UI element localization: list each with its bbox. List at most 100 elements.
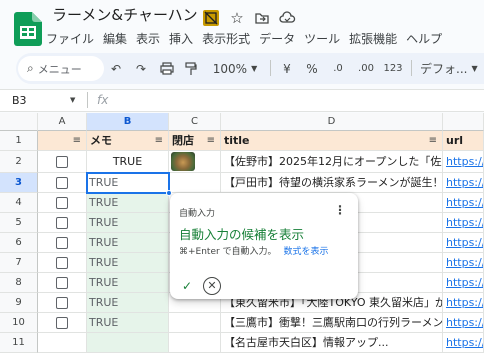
row-header[interactable]: 9: [0, 293, 38, 313]
url-cell[interactable]: https://t: [443, 173, 484, 193]
checkbox-cell[interactable]: [38, 151, 87, 173]
url-cell[interactable]: https://n: [443, 253, 484, 273]
row-header[interactable]: 7: [0, 253, 38, 273]
closed-cell[interactable]: [169, 333, 221, 353]
memo-cell[interactable]: TRUE: [87, 273, 169, 293]
filter-icon[interactable]: ≡: [429, 131, 437, 150]
header-cell-memo[interactable]: メモ ≡: [87, 131, 169, 151]
document-title[interactable]: ラーメン&チャーハン: [52, 4, 198, 25]
checkbox-cell[interactable]: [38, 313, 87, 333]
menu-search[interactable]: ⌕ メニュー: [18, 56, 104, 81]
more-options-icon[interactable]: ⋮: [334, 203, 346, 217]
star-icon[interactable]: ☆: [229, 10, 245, 26]
menu-data[interactable]: データ: [259, 30, 295, 47]
name-box[interactable]: B3: [12, 94, 27, 107]
column-header-c[interactable]: C: [169, 113, 221, 131]
checkbox-cell[interactable]: [38, 233, 87, 253]
increase-decimal-button[interactable]: .00: [354, 56, 378, 81]
menu-help[interactable]: ヘルプ: [406, 30, 442, 47]
chevron-down-icon[interactable]: ▼: [70, 96, 75, 104]
row-header[interactable]: 10: [0, 313, 38, 333]
memo-cell[interactable]: TRUE: [87, 213, 169, 233]
url-cell[interactable]: https://t: [443, 273, 484, 293]
url-cell[interactable]: https://n: [443, 333, 484, 353]
menu-tools[interactable]: ツール: [304, 30, 340, 47]
url-cell[interactable]: https://t: [443, 193, 484, 213]
row-header[interactable]: 11: [0, 333, 38, 353]
show-formula-link[interactable]: 数式を表示: [283, 247, 328, 257]
menu-format[interactable]: 表示形式: [202, 30, 250, 47]
url-cell[interactable]: https://a: [443, 151, 484, 173]
title-cell[interactable]: 【佐野市】2025年12月にオープンした「佐野: [221, 151, 443, 173]
menu-edit[interactable]: 編集: [103, 30, 127, 47]
checkbox[interactable]: [56, 156, 68, 168]
checkbox[interactable]: [56, 277, 68, 289]
currency-button[interactable]: ¥: [280, 56, 294, 81]
row-header[interactable]: 3: [0, 173, 38, 193]
row-header[interactable]: 8: [0, 273, 38, 293]
title-cell[interactable]: 【三鷹市】衝撃！三鷹駅南口の行列ラーメン店: [221, 313, 443, 333]
checkbox[interactable]: [56, 197, 68, 209]
checkbox-cell[interactable]: [38, 193, 87, 213]
filter-icon[interactable]: ≡: [155, 131, 163, 150]
checkbox-cell[interactable]: [38, 333, 87, 353]
checkbox-cell[interactable]: [38, 273, 87, 293]
print-icon[interactable]: [158, 56, 176, 81]
title-cell[interactable]: 【戸田市】待望の横浜家系ラーメンが誕生！: [221, 173, 443, 193]
number-format-button[interactable]: 123: [383, 56, 403, 81]
checkbox[interactable]: [56, 297, 68, 309]
closed-cell[interactable]: [169, 313, 221, 333]
header-cell-title[interactable]: title ≡: [221, 131, 443, 151]
percent-button[interactable]: %: [305, 56, 319, 81]
checkbox[interactable]: [56, 177, 68, 189]
cloud-status-icon[interactable]: [279, 10, 296, 26]
formula-input[interactable]: [115, 94, 475, 108]
memo-cell[interactable]: TRUE: [87, 313, 169, 333]
checkbox-cell[interactable]: [38, 253, 87, 273]
closed-cell[interactable]: [169, 151, 221, 173]
memo-cell[interactable]: [87, 333, 169, 353]
filter-icon[interactable]: ≡: [73, 131, 81, 150]
font-select[interactable]: デフォ... ▼: [420, 56, 478, 81]
row-header[interactable]: 4: [0, 193, 38, 213]
zoom-select[interactable]: 100% ▼: [210, 56, 260, 81]
column-header-a[interactable]: A: [38, 113, 87, 131]
header-cell-closed[interactable]: 閉店 ≡: [169, 131, 221, 151]
checkbox[interactable]: [56, 257, 68, 269]
no-share-icon[interactable]: [203, 10, 219, 26]
memo-cell[interactable]: TRUE: [87, 151, 169, 173]
dismiss-icon[interactable]: ✕: [203, 277, 221, 295]
column-header-e[interactable]: [443, 113, 484, 131]
memo-cell[interactable]: TRUE: [87, 233, 169, 253]
menu-view[interactable]: 表示: [136, 30, 160, 47]
row-header[interactable]: 6: [0, 233, 38, 253]
memo-cell[interactable]: TRUE: [87, 293, 169, 313]
header-cell-a[interactable]: ≡: [38, 131, 87, 151]
url-cell[interactable]: https://h: [443, 293, 484, 313]
header-cell-url[interactable]: url: [443, 131, 484, 151]
checkbox-cell[interactable]: [38, 173, 87, 193]
select-all-corner[interactable]: [0, 113, 38, 131]
menu-extensions[interactable]: 拡張機能: [349, 30, 397, 47]
column-header-b[interactable]: B: [87, 113, 169, 131]
checkbox[interactable]: [56, 217, 68, 229]
filter-icon[interactable]: ≡: [207, 131, 215, 150]
closed-cell[interactable]: [169, 173, 221, 193]
title-cell[interactable]: 【名古屋市天白区】情報アップ...: [221, 333, 443, 353]
url-cell[interactable]: https://n: [443, 213, 484, 233]
redo-icon[interactable]: ↷: [133, 56, 149, 81]
row-header[interactable]: 5: [0, 213, 38, 233]
checkbox[interactable]: [56, 317, 68, 329]
menu-insert[interactable]: 挿入: [169, 30, 193, 47]
row-header[interactable]: 2: [0, 151, 38, 173]
memo-cell[interactable]: TRUE: [87, 253, 169, 273]
row-header[interactable]: 1: [0, 131, 38, 151]
accept-icon[interactable]: ✓: [178, 277, 196, 295]
checkbox-cell[interactable]: [38, 293, 87, 313]
decrease-decimal-button[interactable]: .0: [328, 56, 348, 81]
url-cell[interactable]: https://t: [443, 233, 484, 253]
checkbox-cell[interactable]: [38, 213, 87, 233]
checkbox[interactable]: [56, 237, 68, 249]
memo-cell[interactable]: TRUE: [87, 193, 169, 213]
url-cell[interactable]: https://n: [443, 313, 484, 333]
